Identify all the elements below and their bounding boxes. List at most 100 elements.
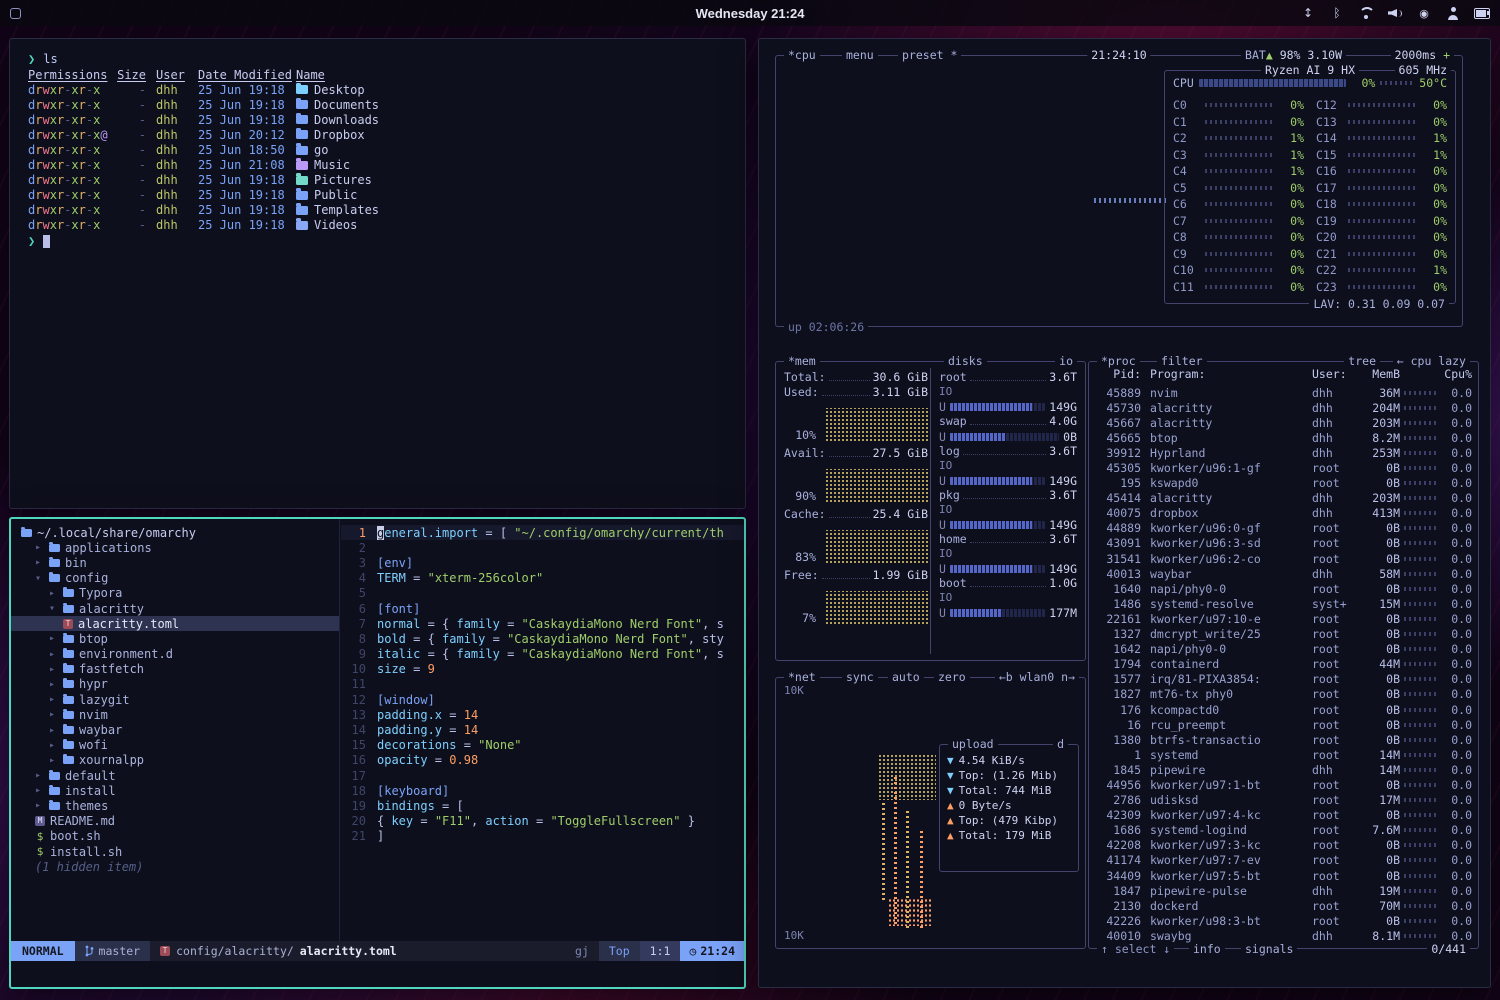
prompt-line[interactable]: ❯ [28, 233, 745, 249]
col-cpu[interactable]: Cpu% [1442, 367, 1472, 381]
io-label[interactable]: io [1055, 354, 1077, 368]
editor-line[interactable]: 1general.import = [ "~/.config/omarchy/c… [341, 525, 744, 540]
net-download-key[interactable]: d [1053, 737, 1068, 751]
col-pid[interactable]: Pid: [1095, 367, 1141, 381]
process-row[interactable]: 2786udisksdroot17M0.0 [1095, 793, 1472, 808]
tree-item[interactable]: ▸environment.d [11, 647, 339, 662]
editor-line[interactable]: 18[keyboard] [341, 783, 744, 798]
editor-line[interactable]: 7normal = { family = "CaskaydiaMono Nerd… [341, 616, 744, 631]
tree-item[interactable]: ▸waybar [11, 722, 339, 737]
tree-item[interactable]: ▸install [11, 783, 339, 798]
tree-item[interactable]: ▸Typora [11, 586, 339, 601]
process-row[interactable]: 1640napi/phy0-0root0B0.0 [1095, 581, 1472, 596]
user-icon[interactable] [1445, 6, 1461, 21]
tree-item[interactable]: ▾config [11, 571, 339, 586]
col-user[interactable]: User: [1312, 367, 1360, 381]
process-row[interactable]: 45889nvimdhh36M0.0 [1095, 385, 1472, 400]
process-row[interactable]: 43091kworker/u96:3-sdroot0B0.0 [1095, 536, 1472, 551]
process-row[interactable]: 39912Hyprlanddhh253M0.0 [1095, 445, 1472, 460]
process-row[interactable]: 1827mt76-tx phy0root0B0.0 [1095, 687, 1472, 702]
menu-button[interactable]: menu [842, 48, 878, 62]
editor-line[interactable]: 2 [341, 540, 744, 555]
editor-line[interactable]: 8bold = { family = "CaskaydiaMono Nerd F… [341, 631, 744, 646]
editor-window[interactable]: ~/.local/share/omarchy ▸applications▸bin… [9, 517, 746, 989]
process-row[interactable]: 1642napi/phy0-0root0B0.0 [1095, 642, 1472, 657]
editor-line[interactable]: 11 [341, 677, 744, 692]
process-row[interactable]: 45414alacrittydhh203M0.0 [1095, 491, 1472, 506]
editor-line[interactable]: 16opacity = 0.98 [341, 753, 744, 768]
filter-button[interactable]: filter [1157, 354, 1207, 368]
net-box-label[interactable]: *net [784, 670, 820, 684]
editor-line[interactable]: 17 [341, 768, 744, 783]
cpu-box-label[interactable]: *cpu [784, 48, 820, 62]
tree-item[interactable]: ▸bin [11, 555, 339, 570]
process-row[interactable]: 45305kworker/u96:1-gfroot0B0.0 [1095, 460, 1472, 475]
tree-item[interactable]: README.md [11, 814, 339, 829]
process-row[interactable]: 41174kworker/u97:7-evroot0B0.0 [1095, 853, 1472, 868]
editor-line[interactable]: 15decorations = "None" [341, 738, 744, 753]
proc-sort-mode[interactable]: ← cpu lazy [1393, 354, 1470, 368]
col-mem[interactable]: MemB [1360, 367, 1400, 381]
editor-line[interactable]: 6[font] [341, 601, 744, 616]
process-row[interactable]: 195kswapd0root0B0.0 [1095, 476, 1472, 491]
process-row[interactable]: 40013waybardhh58M0.0 [1095, 566, 1472, 581]
process-row[interactable]: 16rcu_preemptroot0B0.0 [1095, 717, 1472, 732]
editor-line[interactable]: 4TERM = "xterm-256color" [341, 571, 744, 586]
process-row[interactable]: 42309kworker/u97:4-kcroot0B0.0 [1095, 808, 1472, 823]
editor-line[interactable]: 13padding.x = 14 [341, 707, 744, 722]
tree-item[interactable]: ▸btop [11, 631, 339, 646]
editor-line[interactable]: 3[env] [341, 555, 744, 570]
process-row[interactable]: 45667alacrittydhh203M0.0 [1095, 415, 1472, 430]
tree-item[interactable]: (1 hidden item) [11, 859, 339, 874]
tree-item[interactable]: ▸wofi [11, 738, 339, 753]
process-row[interactable]: 42208kworker/u97:3-kcroot0B0.0 [1095, 838, 1472, 853]
tree-toggle[interactable]: tree [1344, 354, 1380, 368]
tree-item[interactable]: ▸applications [11, 540, 339, 555]
editor-line[interactable]: 14padding.y = 14 [341, 722, 744, 737]
editor-line[interactable]: 21] [341, 829, 744, 844]
net-interface[interactable]: ←b wlan0 n→ [995, 670, 1079, 684]
net-auto-button[interactable]: auto [888, 670, 924, 684]
tree-item[interactable]: ▾alacritty [11, 601, 339, 616]
net-zero-button[interactable]: zero [934, 670, 970, 684]
tree-item[interactable]: alacritty.toml [11, 616, 339, 631]
info-button[interactable]: info [1189, 942, 1225, 956]
tree-item[interactable]: $install.sh [11, 844, 339, 859]
tree-item[interactable]: ▸fastfetch [11, 662, 339, 677]
net-upload-label[interactable]: upload [948, 737, 998, 751]
editor-pane[interactable]: 1general.import = [ "~/.config/omarchy/c… [341, 519, 744, 941]
tree-item[interactable]: ▸lazygit [11, 692, 339, 707]
process-row[interactable]: 42226kworker/u98:3-btroot0B0.0 [1095, 913, 1472, 928]
process-row[interactable]: 1686systemd-logindroot7.6M0.0 [1095, 823, 1472, 838]
preset-button[interactable]: preset * [898, 48, 961, 62]
process-row[interactable]: 1577irq/81-PIXA3854:root0B0.0 [1095, 672, 1472, 687]
tree-item[interactable]: ▸themes [11, 798, 339, 813]
launcher-icon[interactable] [10, 8, 21, 19]
process-row[interactable]: 40075dropboxdhh413M0.0 [1095, 506, 1472, 521]
process-row[interactable]: 44889kworker/u96:0-gfroot0B0.0 [1095, 521, 1472, 536]
mem-box-label[interactable]: *mem [784, 354, 820, 368]
tree-item[interactable]: ▸default [11, 768, 339, 783]
tree-item[interactable]: ▸nvim [11, 707, 339, 722]
select-hint[interactable]: ↑ select ↓ [1097, 942, 1174, 956]
process-row[interactable]: 45665btopdhh8.2M0.0 [1095, 430, 1472, 445]
wifi-icon[interactable] [1358, 6, 1374, 21]
editor-line[interactable]: 12[window] [341, 692, 744, 707]
process-row[interactable]: 176kcompactd0root0B0.0 [1095, 702, 1472, 717]
process-row[interactable]: 31541kworker/u96:2-coroot0B0.0 [1095, 551, 1472, 566]
battery-icon[interactable] [1474, 6, 1490, 21]
editor-line[interactable]: 10size = 9 [341, 662, 744, 677]
process-row[interactable]: 34409kworker/u97:5-btroot0B0.0 [1095, 868, 1472, 883]
process-row[interactable]: 1486systemd-resolvesyst+15M0.0 [1095, 596, 1472, 611]
bluetooth-icon[interactable] [1329, 6, 1345, 21]
tree-root[interactable]: ~/.local/share/omarchy [11, 525, 339, 540]
process-row[interactable]: 2130dockerdroot70M0.0 [1095, 898, 1472, 913]
editor-line[interactable]: 20{ key = "F11", action = "ToggleFullscr… [341, 814, 744, 829]
interval-plus-button[interactable]: + [1443, 48, 1450, 62]
tree-item[interactable]: ▸hypr [11, 677, 339, 692]
editor-line[interactable]: 9italic = { family = "CaskaydiaMono Nerd… [341, 647, 744, 662]
record-icon[interactable] [1416, 6, 1432, 21]
system-monitor-window[interactable]: *cpu menu preset * 21:24:10 BAT▲ 98% 3.1… [758, 38, 1491, 988]
process-row[interactable]: 1794containerdroot44M0.0 [1095, 657, 1472, 672]
process-row[interactable]: 1systemdroot14M0.0 [1095, 747, 1472, 762]
